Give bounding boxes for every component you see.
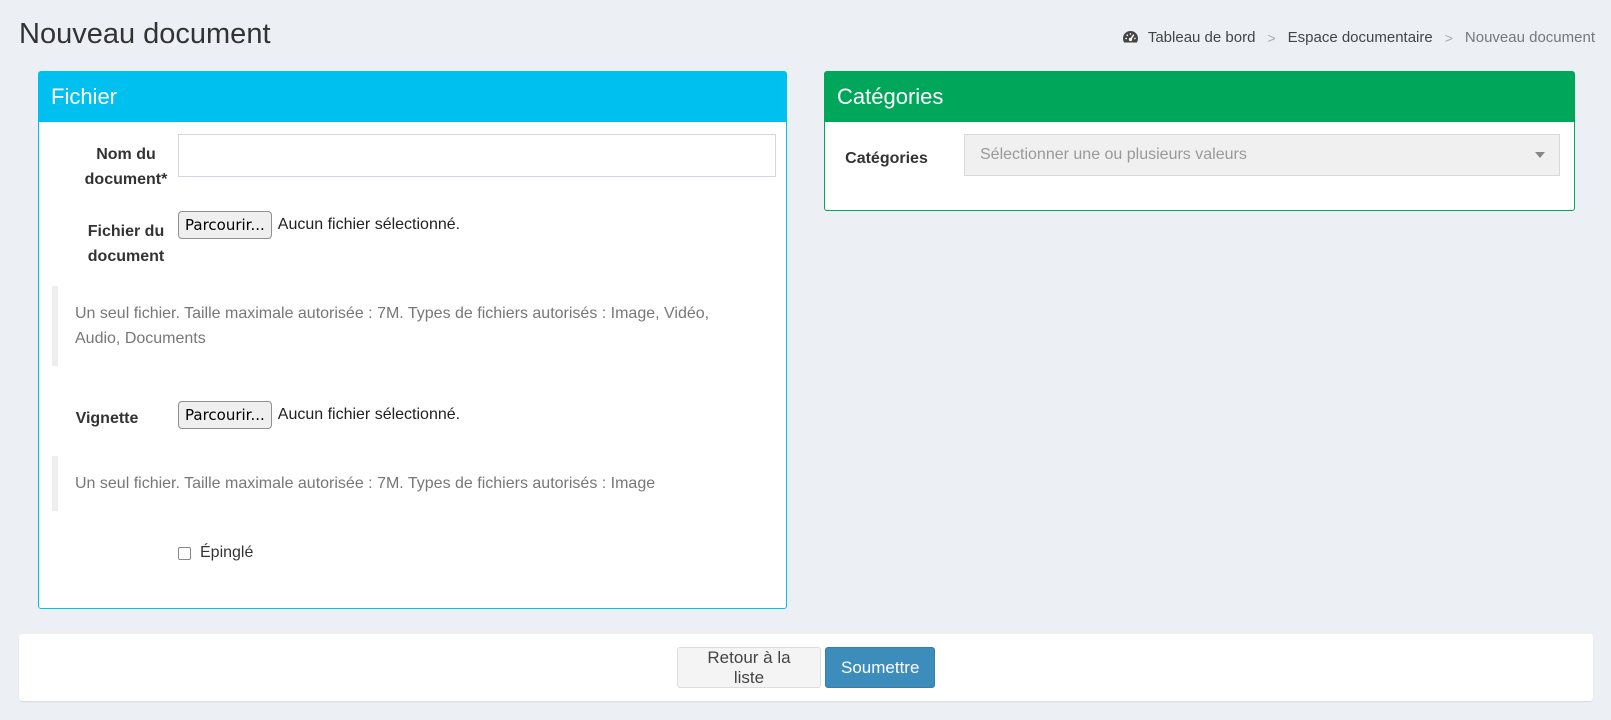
categories-select-placeholder: Sélectionner une ou plusieurs valeurs [980, 146, 1247, 163]
document-file-help: Un seul fichier. Taille maximale autoris… [52, 286, 758, 366]
document-name-input[interactable] [178, 134, 776, 177]
breadcrumb-separator: > [1267, 29, 1276, 46]
breadcrumb-document-space[interactable]: Espace documentaire [1288, 29, 1433, 46]
document-file-browse-button[interactable]: Parcourir... [178, 211, 272, 239]
breadcrumb-current: Nouveau document [1464, 29, 1595, 46]
categories-box: Catégories Catégories Sélectionner une o… [824, 71, 1575, 211]
caret-down-icon [1535, 152, 1545, 158]
breadcrumb-separator: > [1444, 29, 1453, 46]
file-box: Fichier Nom du document* Fichier du docu… [38, 71, 787, 609]
categories-label: Catégories [845, 150, 928, 167]
thumbnail-file-status: Aucun fichier sélectionné. [277, 406, 461, 423]
document-file-status: Aucun fichier sélectionné. [277, 216, 461, 233]
page-title: Nouveau document [19, 18, 271, 50]
thumbnail-help: Un seul fichier. Taille maximale autoris… [52, 456, 758, 511]
pinned-option[interactable]: Épinglé [178, 544, 253, 562]
pinned-label: Épinglé [200, 544, 254, 561]
document-file-label: Fichier du document [87, 223, 165, 265]
submit-button[interactable]: Soumettre [825, 647, 935, 688]
breadcrumb: Tableau de bord > Espace documentaire > … [1122, 29, 1595, 46]
document-file-picker: Parcourir... Aucun fichier sélectionné. [178, 211, 460, 239]
document-name-label: Nom du document* [84, 146, 168, 188]
breadcrumb-dashboard[interactable]: Tableau de bord [1148, 29, 1256, 46]
categories-box-title: Catégories [825, 72, 1574, 122]
file-box-title: Fichier [39, 72, 786, 122]
thumbnail-label: Vignette [75, 410, 139, 427]
thumbnail-browse-button[interactable]: Parcourir... [178, 401, 272, 429]
back-to-list-button[interactable]: Retour à la liste [677, 647, 821, 688]
pinned-checkbox[interactable] [178, 546, 191, 560]
dashboard-icon [1122, 30, 1138, 43]
thumbnail-file-picker: Parcourir... Aucun fichier sélectionné. [178, 401, 460, 429]
form-actions-bar: Retour à la liste Soumettre [19, 634, 1593, 701]
categories-select[interactable]: Sélectionner une ou plusieurs valeurs [964, 134, 1560, 176]
